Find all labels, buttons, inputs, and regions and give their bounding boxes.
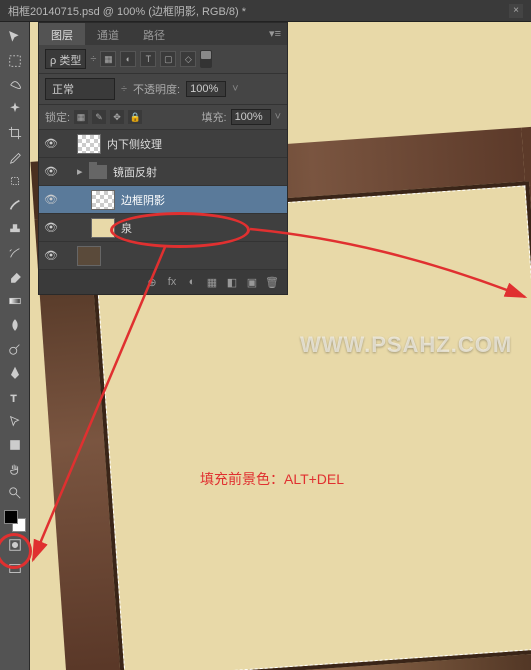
tools-toolbar: T — [0, 22, 30, 670]
svg-text:T: T — [10, 393, 16, 404]
shape-tool-icon[interactable] — [4, 434, 26, 456]
visibility-icon[interactable]: 👁 — [39, 221, 63, 234]
close-button[interactable]: × — [509, 4, 523, 18]
opacity-input[interactable]: 100% — [186, 81, 226, 97]
layers-list: 👁 内下侧纹理 👁 ▸ 镜面反射 👁 边框阴影 — [39, 130, 287, 270]
color-swatch[interactable] — [4, 510, 26, 532]
lock-pixels-icon[interactable]: ✎ — [92, 110, 106, 124]
type-tool-icon[interactable]: T — [4, 386, 26, 408]
path-select-icon[interactable] — [4, 410, 26, 432]
folder-icon — [89, 165, 107, 179]
fill-label: 填充: — [202, 109, 227, 125]
link-layers-icon[interactable]: ⊕ — [143, 274, 161, 290]
wand-tool-icon[interactable] — [4, 98, 26, 120]
hand-tool-icon[interactable] — [4, 458, 26, 480]
adjustment-icon[interactable]: ▦ — [203, 274, 221, 290]
layer-name: 内下侧纹理 — [107, 136, 162, 152]
filter-shape-icon[interactable]: ▢ — [160, 51, 176, 67]
stamp-tool-icon[interactable] — [4, 218, 26, 240]
layer-name: 泉 — [121, 220, 132, 236]
crop-tool-icon[interactable] — [4, 122, 26, 144]
dodge-tool-icon[interactable] — [4, 338, 26, 360]
blur-tool-icon[interactable] — [4, 314, 26, 336]
layer-row[interactable]: 👁 — [39, 242, 287, 270]
zoom-tool-icon[interactable] — [4, 482, 26, 504]
tab-channels[interactable]: 通道 — [85, 23, 131, 45]
visibility-icon[interactable]: 👁 — [39, 249, 63, 262]
panel-menu-icon[interactable]: ▾≡ — [263, 23, 287, 45]
tab-paths[interactable]: 路径 — [131, 23, 177, 45]
title-bar: 相框20140715.psd @ 100% (边框阴影, RGB/8) * × — [0, 0, 531, 22]
watermark-text: WWW.PSAHZ.COM — [300, 332, 512, 358]
foreground-color[interactable] — [4, 510, 18, 524]
layer-row[interactable]: 👁 边框阴影 — [39, 186, 287, 214]
fill-input[interactable]: 100% — [231, 109, 271, 125]
panel-footer: ⊕ fx ◐ ▦ ◧ ▣ 🗑 — [39, 270, 287, 294]
layer-thumb — [77, 246, 101, 266]
mask-icon[interactable]: ◐ — [183, 274, 201, 290]
layer-name: 边框阴影 — [121, 192, 165, 208]
blend-mode-select[interactable]: 正常 — [45, 78, 115, 100]
layer-thumb — [77, 134, 101, 154]
visibility-icon[interactable]: 👁 — [39, 137, 63, 150]
blend-row: 正常 ÷ 不透明度: 100% ˅ — [39, 74, 287, 105]
visibility-icon[interactable]: 👁 — [39, 165, 63, 178]
marquee-tool-icon[interactable] — [4, 50, 26, 72]
tab-layers[interactable]: 图层 — [39, 23, 85, 45]
move-tool-icon[interactable] — [4, 26, 26, 48]
history-brush-icon[interactable] — [4, 242, 26, 264]
gradient-tool-icon[interactable] — [4, 290, 26, 312]
filter-smart-icon[interactable]: ◇ — [180, 51, 196, 67]
lock-row: 锁定: ▦ ✎ ✥ 🔒 填充: 100% ˅ — [39, 105, 287, 130]
layer-row[interactable]: 👁 ▸ 镜面反射 — [39, 158, 287, 186]
quickmask-icon[interactable] — [4, 534, 26, 556]
fx-icon[interactable]: fx — [163, 274, 181, 290]
layer-thumb — [91, 218, 115, 238]
layers-panel: 图层 通道 路径 ▾≡ ρ 类型 ÷ ▦ ◐ T ▢ ◇ 正常 ÷ 不透明度: … — [38, 22, 288, 295]
opacity-label: 不透明度: — [133, 81, 180, 97]
document-title: 相框20140715.psd @ 100% (边框阴影, RGB/8) * — [8, 3, 246, 19]
brush-tool-icon[interactable] — [4, 194, 26, 216]
new-layer-icon[interactable]: ▣ — [243, 274, 261, 290]
visibility-icon[interactable]: 👁 — [39, 193, 63, 206]
annotation-text: 填充前景色：ALT+DEL — [200, 469, 344, 489]
layer-filter-row: ρ 类型 ÷ ▦ ◐ T ▢ ◇ — [39, 45, 287, 74]
filter-adjust-icon[interactable]: ◐ — [120, 51, 136, 67]
group-icon[interactable]: ◧ — [223, 274, 241, 290]
eyedropper-tool-icon[interactable] — [4, 146, 26, 168]
pen-tool-icon[interactable] — [4, 362, 26, 384]
lock-label: 锁定: — [45, 109, 70, 125]
layer-thumb — [91, 190, 115, 210]
lasso-tool-icon[interactable] — [4, 74, 26, 96]
lock-all-icon[interactable]: 🔒 — [128, 110, 142, 124]
layer-row[interactable]: 👁 泉 — [39, 214, 287, 242]
lock-position-icon[interactable]: ✥ — [110, 110, 124, 124]
layer-row[interactable]: 👁 内下侧纹理 — [39, 130, 287, 158]
collapse-icon[interactable]: ▸ — [77, 165, 87, 178]
layer-name: 镜面反射 — [113, 164, 157, 180]
screenmode-icon[interactable] — [4, 558, 26, 580]
filter-pixel-icon[interactable]: ▦ — [100, 51, 116, 67]
lock-transparent-icon[interactable]: ▦ — [74, 110, 88, 124]
filter-toggle[interactable] — [200, 50, 212, 68]
filter-type-icon[interactable]: T — [140, 51, 156, 67]
trash-icon[interactable]: 🗑 — [263, 274, 281, 290]
panel-tabs: 图层 通道 路径 ▾≡ — [39, 23, 287, 45]
patch-tool-icon[interactable] — [4, 170, 26, 192]
eraser-tool-icon[interactable] — [4, 266, 26, 288]
filter-kind-select[interactable]: ρ 类型 — [45, 49, 86, 69]
